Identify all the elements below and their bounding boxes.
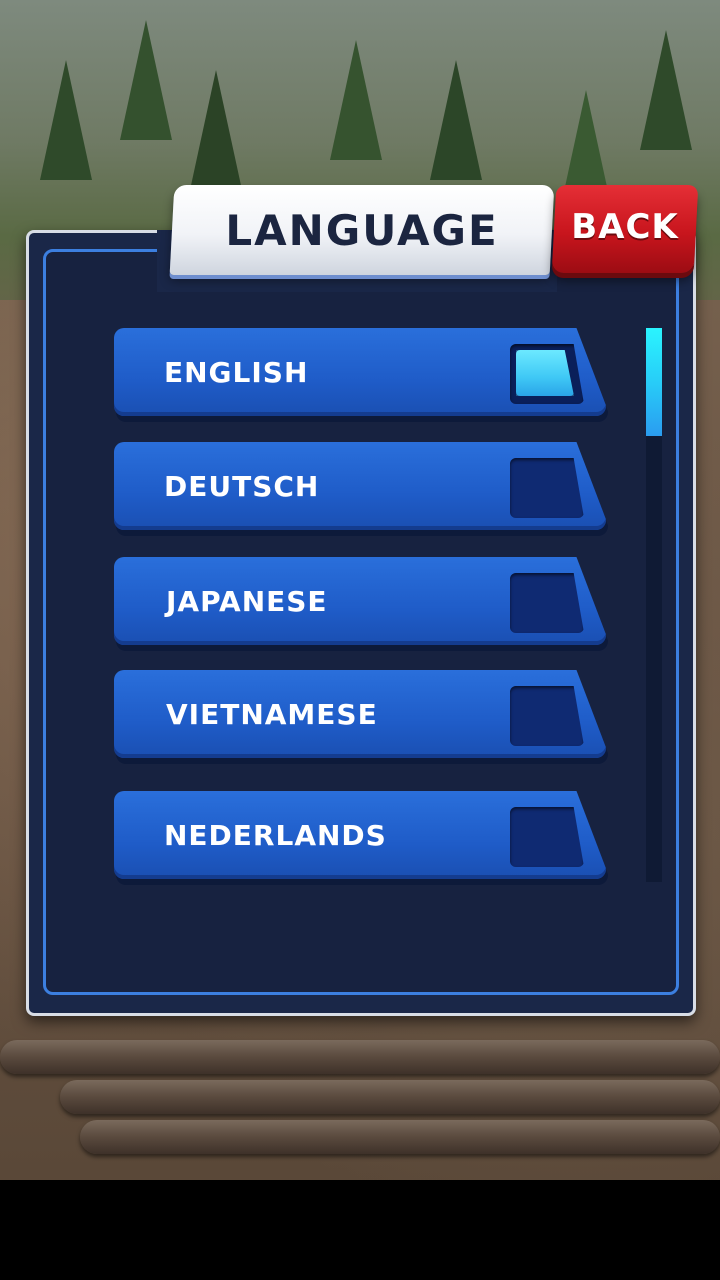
language-checkbox[interactable] bbox=[510, 573, 584, 633]
bottom-bar bbox=[0, 1180, 720, 1280]
language-label: ENGLISH bbox=[164, 355, 309, 389]
language-option-vietnamese[interactable]: VIETNAMESE bbox=[114, 670, 608, 764]
tree bbox=[430, 60, 482, 180]
language-checkbox[interactable] bbox=[510, 686, 584, 746]
page-title: LANGUAGE bbox=[225, 205, 499, 255]
scrollbar-track[interactable] bbox=[646, 328, 662, 882]
scrollbar-thumb[interactable] bbox=[646, 328, 662, 436]
tree bbox=[640, 30, 692, 150]
tree bbox=[40, 60, 92, 180]
log bbox=[0, 1040, 720, 1074]
language-option-nederlands[interactable]: NEDERLANDS bbox=[114, 791, 608, 885]
language-label: JAPANESE bbox=[166, 584, 328, 618]
game-screen: LANGUAGE BACK ENGLISH DEUTSCH JAPANESE V… bbox=[0, 0, 720, 1280]
tree bbox=[330, 40, 382, 160]
language-option-english[interactable]: ENGLISH bbox=[114, 328, 608, 422]
log bbox=[80, 1120, 720, 1154]
language-option-deutsch[interactable]: DEUTSCH bbox=[114, 442, 608, 536]
language-option-japanese[interactable]: JAPANESE bbox=[114, 557, 608, 651]
log bbox=[60, 1080, 720, 1114]
language-checkbox[interactable] bbox=[510, 807, 584, 867]
checkbox-selected-fill bbox=[516, 350, 574, 396]
language-checkbox[interactable] bbox=[510, 458, 584, 518]
language-label: DEUTSCH bbox=[164, 469, 320, 503]
tree bbox=[190, 70, 242, 190]
language-checkbox[interactable] bbox=[510, 344, 584, 404]
language-label: VIETNAMESE bbox=[166, 697, 378, 731]
tree bbox=[120, 20, 172, 140]
language-label: NEDERLANDS bbox=[164, 818, 387, 852]
back-button[interactable] bbox=[551, 185, 699, 273]
